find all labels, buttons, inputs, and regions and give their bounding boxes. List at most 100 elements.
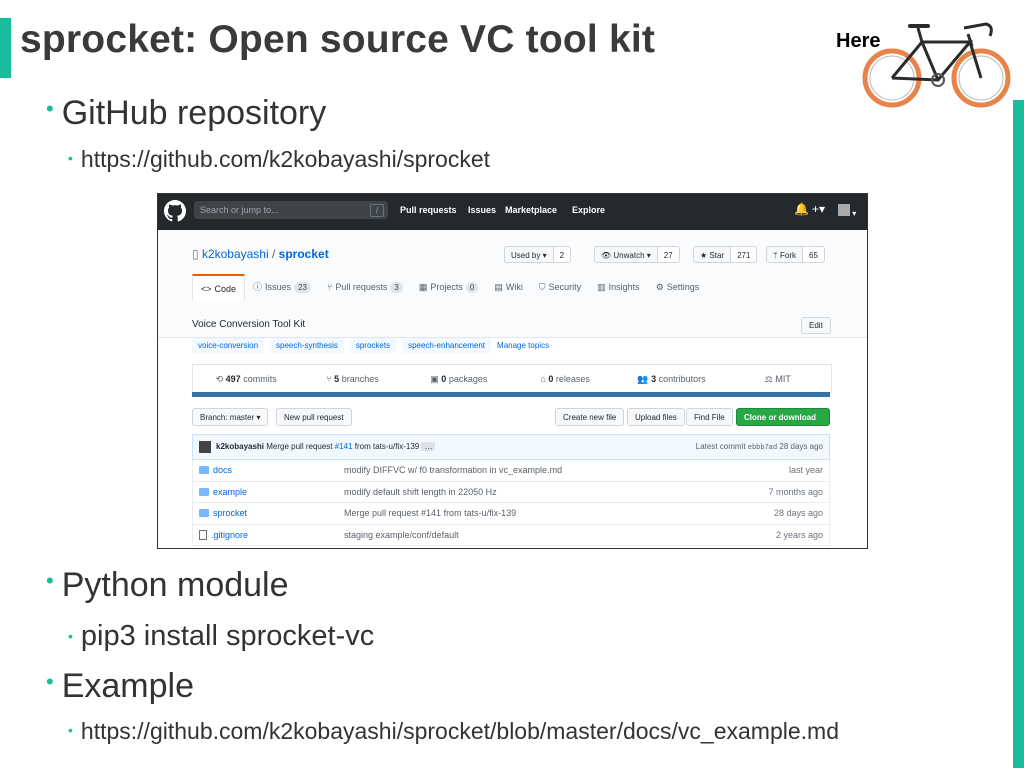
repo-name-link[interactable]: sprocket <box>279 247 329 261</box>
watch-label[interactable]: 👁 Unwatch ▾ <box>594 246 658 263</box>
latest-commit-meta: Latest commit ebbb7ad 28 days ago <box>695 442 823 452</box>
clone-download-button[interactable]: Clone or download ▾ <box>736 408 830 440</box>
tab-code[interactable]: <> Code <box>192 274 246 301</box>
commit-sha-link[interactable]: ebbb7ad <box>748 444 777 452</box>
find-file-button[interactable]: Find File <box>686 408 733 426</box>
license-stat[interactable]: ⚖ MIT <box>725 365 831 393</box>
packages-stat[interactable]: ▣ 0 packages <box>406 365 512 393</box>
watch-button[interactable]: 👁 Unwatch ▾ 27 <box>594 246 680 263</box>
commits-stat[interactable]: ⟲ 497 commits <box>193 365 299 393</box>
edit-description-button[interactable]: Edit <box>801 317 831 334</box>
folder-icon <box>199 509 209 517</box>
projects-count: 0 <box>465 281 479 293</box>
file-name-link[interactable]: .gitignore <box>199 529 248 540</box>
avatar[interactable]: ▾ <box>838 204 856 219</box>
bullet-dot: • <box>46 669 54 694</box>
file-name-link[interactable]: sprocket <box>199 508 247 518</box>
expand-commit-button[interactable]: … <box>421 442 436 451</box>
bullet-pip-install: • pip3 install sprocket-vc <box>68 620 374 653</box>
topic-tag[interactable]: speech-synthesis <box>270 338 344 353</box>
star-button[interactable]: ★ Star 271 <box>693 246 758 263</box>
repo-owner-link[interactable]: k2kobayashi <box>202 247 269 261</box>
tab-settings[interactable]: ⚙ Settings <box>648 274 708 300</box>
nav-issues[interactable]: Issues <box>468 205 496 215</box>
project-icon: ▦ <box>418 282 428 292</box>
slide-title: sprocket: Open source VC tool kit <box>20 18 656 61</box>
avatar[interactable] <box>199 441 211 453</box>
used-by-button[interactable]: Used by ▾ 2 <box>504 246 572 263</box>
used-by-count[interactable]: 2 <box>553 246 572 263</box>
bullet-dot: • <box>68 722 73 738</box>
search-input[interactable]: Search or jump to... / <box>194 201 388 219</box>
upload-files-button[interactable]: Upload files <box>627 408 685 426</box>
history-icon: ⟲ <box>215 374 226 384</box>
fork-icon: ᛘ <box>773 251 781 260</box>
bullet-text[interactable]: https://github.com/k2kobayashi/sprocket <box>81 146 490 172</box>
file-name-link[interactable]: docs <box>199 465 232 475</box>
bicycle-icon <box>862 22 1011 108</box>
notification-bell-icon[interactable]: 🔔 <box>794 202 809 216</box>
nav-pull-requests[interactable]: Pull requests <box>400 205 457 215</box>
topic-tag[interactable]: speech-enhancement <box>402 338 492 353</box>
tab-wiki[interactable]: ▤ Wiki <box>486 274 531 300</box>
commit-message-suffix[interactable]: from tats-u/fix-139 <box>353 442 419 451</box>
github-navbar: Search or jump to... / Pull requests Issu… <box>158 194 867 230</box>
branches-stat[interactable]: ⑂ 5 branches <box>299 365 405 393</box>
nav-explore[interactable]: Explore <box>572 205 605 215</box>
releases-stat[interactable]: ⌂ 0 releases <box>512 365 618 393</box>
file-commit-message[interactable]: modify DIFFVC w/ f0 transformation in vc… <box>344 465 562 475</box>
repo-description: Voice Conversion Tool Kit <box>192 319 306 330</box>
bullet-text: GitHub repository <box>61 94 327 132</box>
repo-book-icon: ▯ <box>192 247 202 261</box>
file-commit-message[interactable]: staging example/conf/default <box>344 530 459 540</box>
file-name-link[interactable]: example <box>199 487 247 497</box>
issue-icon: ⓘ <box>253 282 263 292</box>
commit-pr-link[interactable]: #141 <box>335 442 353 451</box>
fork-count[interactable]: 65 <box>803 246 825 263</box>
commit-message-prefix[interactable]: Merge pull request <box>264 442 335 451</box>
fork-label[interactable]: ᛘ Fork <box>766 246 804 263</box>
branch-icon: ⑂ <box>326 374 335 384</box>
bullet-example-url[interactable]: • https://github.com/k2kobayashi/sprocket… <box>68 718 839 745</box>
nav-marketplace[interactable]: Marketplace <box>505 205 557 215</box>
repo-title[interactable]: ▯ k2kobayashi / sprocket <box>192 247 329 261</box>
language-bar[interactable] <box>192 392 830 397</box>
file-age: 28 days ago <box>773 508 823 518</box>
star-label[interactable]: ★ Star <box>693 246 732 263</box>
law-icon: ⚖ <box>764 374 776 384</box>
tab-issues[interactable]: ⓘ Issues 23 <box>245 274 319 300</box>
tab-pull-requests[interactable]: ⑂ Pull requests 3 <box>319 274 411 300</box>
title-accent-bar <box>0 18 11 78</box>
topic-tag[interactable]: sprockets <box>349 338 397 353</box>
commit-author-link[interactable]: k2kobayashi <box>216 442 264 451</box>
repo-stats-bar: ⟲ 497 commits ⑂ 5 branches ▣ 0 packages … <box>192 364 832 393</box>
right-accent-bar <box>1013 100 1024 768</box>
used-by-label[interactable]: Used by ▾ <box>504 246 554 263</box>
fork-button[interactable]: ᛘ Fork 65 <box>766 246 825 263</box>
file-commit-message[interactable]: Merge pull request #141 from tats-u/fix-… <box>344 508 516 518</box>
bullet-text[interactable]: https://github.com/k2kobayashi/sprocket/… <box>81 718 839 744</box>
bullet-github-url[interactable]: • https://github.com/k2kobayashi/sprocket <box>68 146 490 173</box>
bullet-python-module: • Python module <box>46 566 289 605</box>
table-row: example modify default shift length in 2… <box>192 481 830 503</box>
github-logo-icon[interactable] <box>164 200 186 222</box>
table-row: sprocket Merge pull request #141 from ta… <box>192 503 830 525</box>
topic-tag[interactable]: voice-conversion <box>192 338 265 353</box>
create-new-file-button[interactable]: Create new file <box>555 408 625 426</box>
tab-security[interactable]: ⛉ Security <box>531 274 589 300</box>
tab-insights[interactable]: ▥ Insights <box>589 274 648 300</box>
file-age: 2 years ago <box>775 529 823 540</box>
branch-select-button[interactable]: Branch: master ▾ <box>192 408 269 426</box>
watch-count[interactable]: 27 <box>657 246 680 263</box>
contributors-stat[interactable]: 👥 3 contributors <box>618 365 724 393</box>
tab-projects[interactable]: ▦ Projects 0 <box>411 274 486 300</box>
topics-list: voice-conversion speech-synthesis sprock… <box>192 338 549 353</box>
file-commit-message[interactable]: modify default shift length in 22050 Hz <box>344 487 497 497</box>
star-count[interactable]: 271 <box>731 246 758 263</box>
new-pull-request-button[interactable]: New pull request <box>276 408 352 426</box>
create-new-plus-icon[interactable]: +▾ <box>812 202 825 216</box>
manage-topics-link[interactable]: Manage topics <box>497 338 549 353</box>
latest-commit-bar: k2kobayashi Merge pull request #141 from… <box>192 434 830 460</box>
bullet-github-repository: • GitHub repository <box>46 94 326 133</box>
graph-icon: ▥ <box>597 282 606 292</box>
